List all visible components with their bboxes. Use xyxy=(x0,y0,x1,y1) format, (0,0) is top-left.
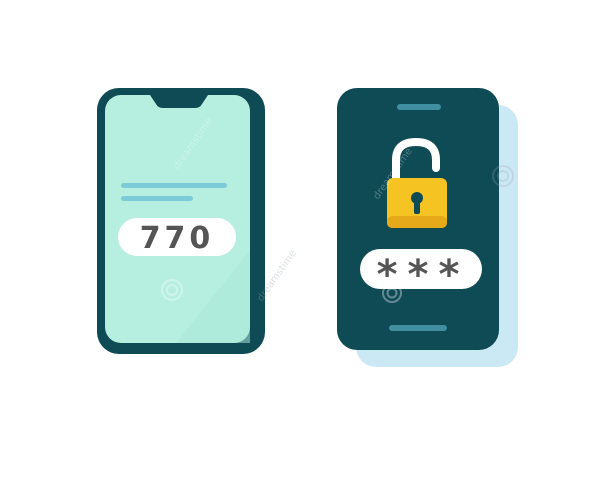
text-line-2 xyxy=(121,196,193,201)
phone-notch xyxy=(150,95,208,108)
home-bar xyxy=(389,325,447,331)
otp-phone: 770 xyxy=(97,88,265,354)
illustration: 770 *** dreamstime dreamstime dreamstime xyxy=(97,88,518,367)
otp-code-text: 770 xyxy=(140,221,215,256)
lock-phone: *** xyxy=(337,88,518,367)
text-line-1 xyxy=(121,183,227,188)
speaker-bar xyxy=(397,104,441,110)
padlock-body-shade xyxy=(387,216,447,228)
password-mask-text: *** xyxy=(377,252,470,298)
